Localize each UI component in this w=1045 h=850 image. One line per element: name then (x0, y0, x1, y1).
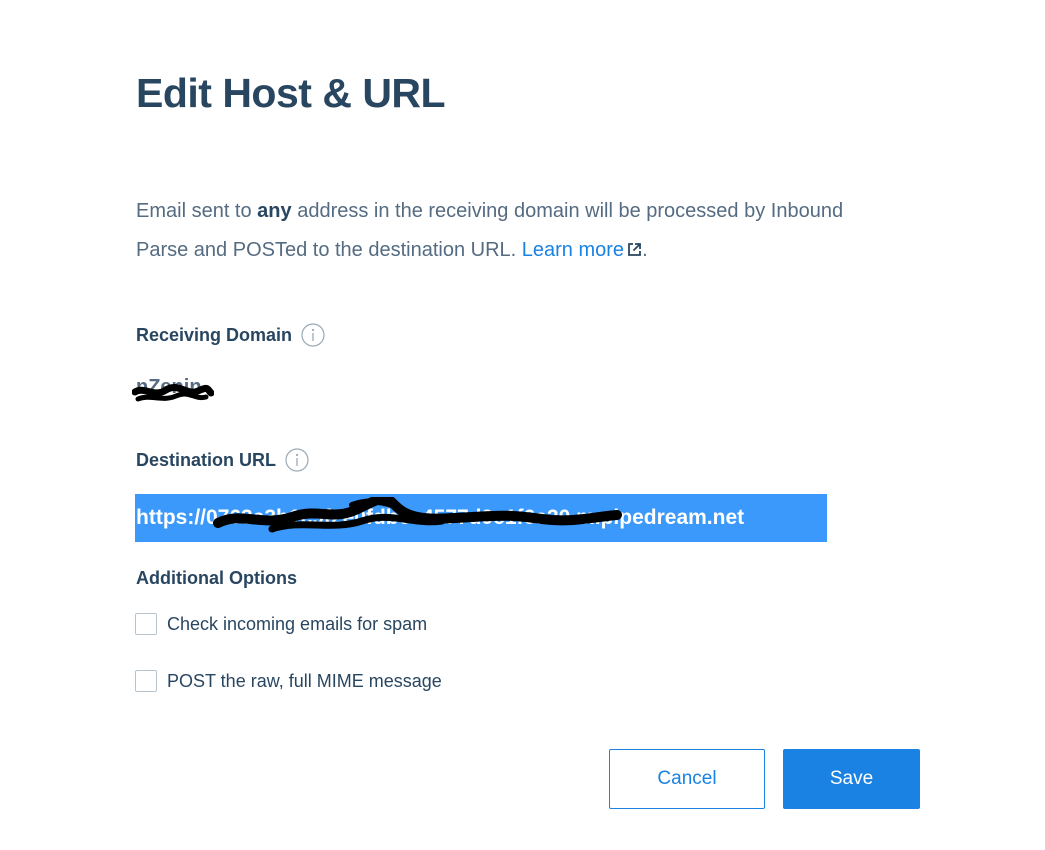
destination-url-label: Destination URL (136, 449, 277, 470)
description-end: . (642, 239, 648, 261)
info-icon[interactable] (301, 323, 325, 347)
learn-more-link[interactable]: Learn more (522, 239, 642, 261)
spam-check-checkbox[interactable] (135, 613, 157, 635)
cancel-button[interactable]: Cancel (609, 749, 765, 809)
info-icon[interactable] (285, 448, 309, 472)
spam-check-label: Check incoming emails for spam (167, 613, 428, 634)
receiving-domain-value: nZenin (136, 376, 202, 398)
description-bold: any (257, 200, 292, 222)
description: Email sent to any address in the receivi… (136, 192, 896, 271)
edit-host-url-dialog: Edit Host & URL Email sent to any addres… (0, 0, 1045, 850)
additional-options-label: Additional Options (136, 568, 297, 588)
destination-url-field[interactable]: https://0763a3b1c9f2e0fdb6c4577d9e1f6a20… (135, 494, 827, 542)
external-link-icon (627, 232, 642, 271)
learn-more-label: Learn more (521, 239, 625, 261)
raw-mime-label: POST the raw, full MIME message (167, 670, 442, 691)
receiving-domain-label: Receiving Domain (136, 324, 293, 345)
page-title: Edit Host & URL (136, 70, 446, 116)
description-text-1: Email sent to (136, 200, 258, 222)
save-button[interactable]: Save (783, 749, 920, 809)
option-raw-mime[interactable]: POST the raw, full MIME message (135, 670, 442, 692)
raw-mime-checkbox[interactable] (135, 670, 157, 692)
option-spam-check[interactable]: Check incoming emails for spam (135, 613, 427, 635)
receiving-domain-label-row: Receiving Domain (136, 323, 325, 347)
destination-url-label-row: Destination URL (136, 448, 309, 472)
